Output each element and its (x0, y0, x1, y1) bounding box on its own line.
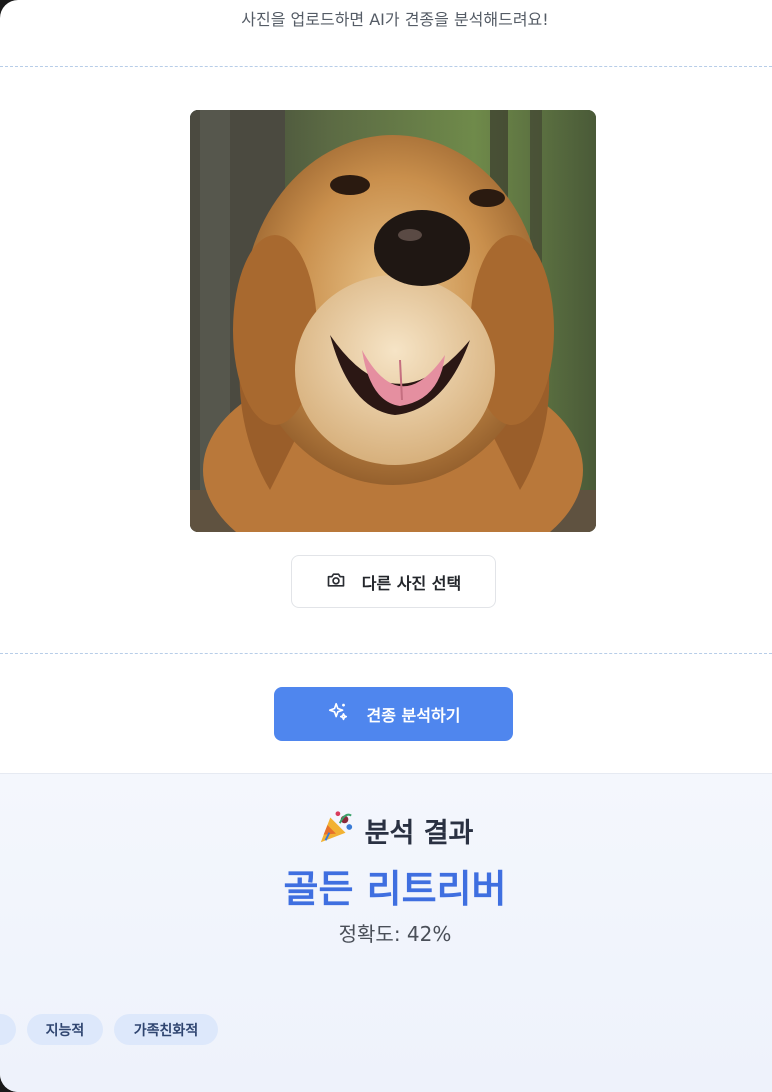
accuracy-text: 정확도: 42% (338, 922, 452, 946)
dog-photo-image (190, 110, 596, 532)
sparkles-icon (327, 701, 349, 727)
analyze-label: 견종 분석하기 (366, 706, 461, 725)
choose-photo-label: 다른 사진 선택 (361, 573, 462, 593)
analysis-result-panel: 분석 결과 골든 리트리버 정확도: 42% 지능적 가족친화적 (0, 773, 772, 1092)
trait-tag (0, 1014, 16, 1045)
breed-name: 골든 리트리버 (283, 867, 507, 911)
choose-another-photo-button[interactable]: 다른 사진 선택 (291, 555, 496, 608)
trait-tags: 지능적 가족친화적 (0, 1014, 772, 1046)
app-card: 사진을 업로드하면 AI가 견종을 분석해드려요! 다른 사진 선택 견종 분석… (0, 0, 772, 1092)
result-heading: 분석 결과 (0, 808, 772, 853)
camera-icon (326, 570, 346, 594)
uploaded-photo (190, 110, 596, 532)
upload-area-top-border (0, 66, 772, 67)
analyze-breed-button[interactable]: 견종 분석하기 (274, 687, 513, 741)
trait-tag: 가족친화적 (114, 1014, 218, 1045)
result-title-text: 분석 결과 (364, 818, 474, 849)
trait-tag: 지능적 (27, 1014, 103, 1045)
party-popper-icon (317, 808, 355, 853)
page-subtitle: 사진을 업로드하면 AI가 견종을 분석해드려요! (241, 10, 549, 29)
upload-area-bottom-border (0, 653, 772, 654)
